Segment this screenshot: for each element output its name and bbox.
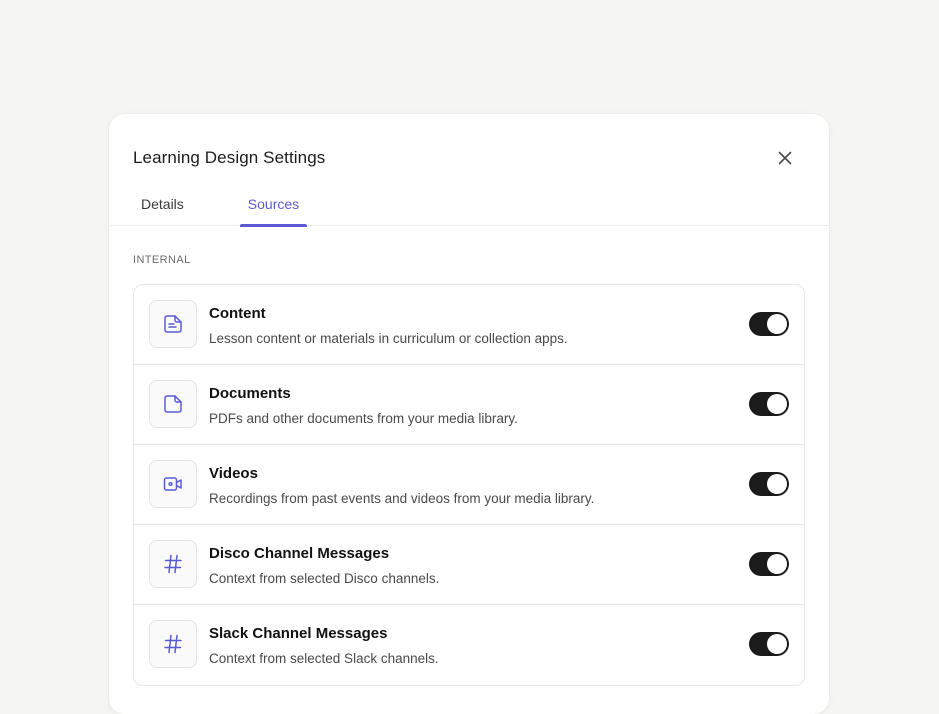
close-icon — [778, 151, 792, 165]
slack-channel-messages-toggle[interactable] — [749, 632, 789, 656]
source-title: Documents — [209, 385, 291, 402]
toggle-knob — [767, 554, 787, 574]
source-description: PDFs and other documents from your media… — [209, 411, 518, 426]
source-description: Context from selected Slack channels. — [209, 651, 439, 666]
source-icon-box — [149, 540, 197, 588]
toggle-knob — [767, 314, 787, 334]
source-title: Content — [209, 305, 266, 322]
source-row-documents: Documents PDFs and other documents from … — [134, 365, 804, 445]
toggle-knob — [767, 634, 787, 654]
source-title: Slack Channel Messages — [209, 625, 388, 642]
source-row-videos: Videos Recordings from past events and v… — [134, 445, 804, 525]
content-toggle[interactable] — [749, 312, 789, 336]
hash-icon — [164, 634, 182, 654]
source-list: Content Lesson content or materials in c… — [133, 284, 805, 686]
modal-title: Learning Design Settings — [133, 148, 326, 167]
source-description: Recordings from past events and videos f… — [209, 491, 595, 506]
source-title: Disco Channel Messages — [209, 545, 390, 562]
video-camera-icon — [163, 477, 182, 491]
close-button[interactable] — [773, 146, 797, 170]
content-doc-icon — [164, 315, 182, 333]
toggle-knob — [767, 474, 787, 494]
toggle-knob — [767, 394, 787, 414]
tab-details[interactable]: Details — [133, 196, 192, 226]
source-row-content: Content Lesson content or materials in c… — [134, 285, 804, 365]
tab-details-label: Details — [141, 196, 184, 212]
tab-sources-label: Sources — [247, 196, 300, 212]
videos-toggle[interactable] — [749, 472, 789, 496]
modal-header: Learning Design Settings Details Sources — [109, 114, 829, 227]
documents-toggle[interactable] — [749, 392, 789, 416]
source-row-disco-channel-messages: Disco Channel Messages Context from sele… — [134, 525, 804, 605]
tab-bar: Details Sources — [133, 196, 308, 227]
source-title: Videos — [209, 465, 258, 482]
section-label-internal: INTERNAL — [133, 254, 191, 266]
disco-channel-messages-toggle[interactable] — [749, 552, 789, 576]
document-icon — [164, 395, 182, 413]
source-icon-box — [149, 300, 197, 348]
hash-icon — [164, 554, 182, 574]
source-row-slack-channel-messages: Slack Channel Messages Context from sele… — [134, 605, 804, 685]
source-icon-box — [149, 620, 197, 668]
settings-modal: Learning Design Settings Details Sources… — [109, 114, 829, 714]
source-description: Context from selected Disco channels. — [209, 571, 440, 586]
active-tab-indicator — [239, 224, 308, 227]
source-description: Lesson content or materials in curriculu… — [209, 331, 568, 346]
source-icon-box — [149, 380, 197, 428]
source-icon-box — [149, 460, 197, 508]
tab-sources[interactable]: Sources — [239, 196, 308, 227]
